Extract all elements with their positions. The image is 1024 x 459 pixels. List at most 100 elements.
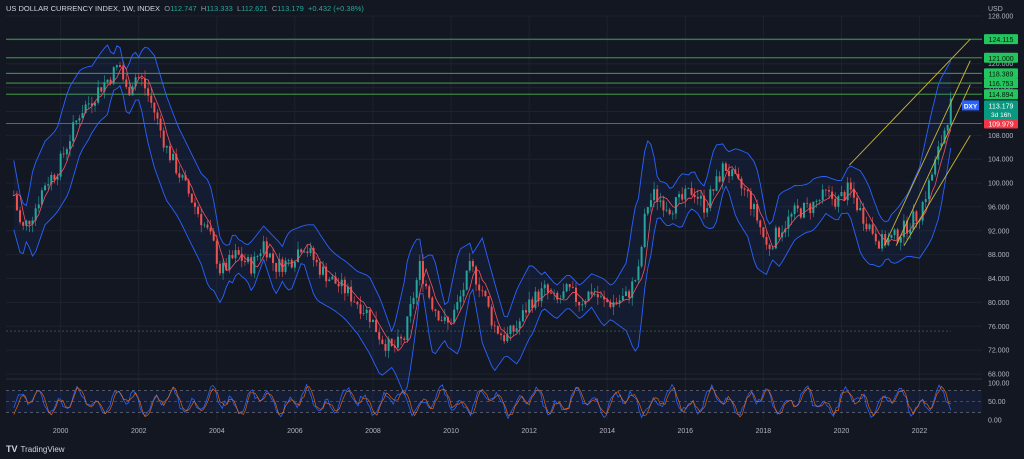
candle-body bbox=[684, 188, 687, 200]
candle-body bbox=[806, 202, 809, 204]
candle-body bbox=[771, 248, 774, 250]
candle-body bbox=[634, 280, 637, 282]
candle-body bbox=[62, 153, 65, 155]
tradingview-watermark[interactable]: TV TradingView bbox=[6, 444, 65, 454]
time-tick-label: 2000 bbox=[53, 428, 69, 435]
close-value: 113.179 bbox=[277, 4, 304, 13]
symbol-title: US DOLLAR CURRENCY INDEX, 1W, INDEX bbox=[6, 4, 161, 13]
time-tick-label: 2002 bbox=[131, 428, 147, 435]
candle-body bbox=[318, 262, 321, 275]
candle-body bbox=[162, 130, 165, 148]
candle-body bbox=[503, 335, 506, 342]
candle-body bbox=[915, 211, 918, 222]
candle-body bbox=[868, 224, 871, 230]
candle-body bbox=[768, 244, 771, 249]
candle-body bbox=[596, 294, 599, 298]
candle-body bbox=[837, 196, 840, 207]
candle-body bbox=[893, 229, 896, 235]
candle-body bbox=[728, 170, 731, 177]
candle-body bbox=[19, 210, 22, 223]
candle-body bbox=[718, 176, 721, 182]
time-tick-label: 2016 bbox=[678, 428, 694, 435]
candle-body bbox=[515, 328, 518, 332]
osc-tick-label: 0.00 bbox=[988, 418, 1002, 425]
candle-body bbox=[290, 259, 293, 268]
price-tick-label: 128.000 bbox=[988, 14, 1013, 21]
candle-body bbox=[44, 185, 47, 191]
candle-body bbox=[118, 65, 121, 68]
candle-body bbox=[128, 86, 131, 96]
candle-body bbox=[390, 338, 393, 346]
candle-body bbox=[481, 290, 484, 292]
candle-body bbox=[206, 224, 209, 228]
candle-body bbox=[190, 193, 193, 203]
countdown-label: 3d 16h bbox=[991, 112, 1011, 119]
candle-body bbox=[412, 297, 415, 305]
candle-body bbox=[471, 261, 474, 267]
candle-body bbox=[690, 187, 693, 195]
level-tag-label: 124.115 bbox=[989, 37, 1014, 44]
candle-body bbox=[543, 284, 546, 289]
candle-body bbox=[272, 253, 275, 263]
candle-body bbox=[849, 182, 852, 190]
candle-body bbox=[712, 189, 715, 191]
candle-body bbox=[356, 301, 359, 305]
candle-body bbox=[759, 220, 762, 228]
price-tick-label: 96.000 bbox=[988, 204, 1010, 211]
candle-body bbox=[668, 209, 671, 215]
candle-body bbox=[753, 204, 756, 210]
candle-body bbox=[924, 199, 927, 203]
level-tag: 121.000 bbox=[984, 52, 1018, 63]
candle-body bbox=[693, 194, 696, 197]
candle-body bbox=[590, 291, 593, 295]
time-axis[interactable]: 2000 2002 2004 2006 2008 2010 2012 2014 2016 2018… bbox=[53, 428, 928, 435]
candle-body bbox=[28, 220, 31, 225]
candle-body bbox=[824, 189, 827, 191]
candle-body bbox=[462, 289, 465, 297]
last-price-tag: DXY 113.179 3d 16h bbox=[962, 100, 1018, 120]
candle-body bbox=[621, 296, 624, 301]
candle-body bbox=[628, 291, 631, 298]
candle-body bbox=[640, 246, 643, 267]
candle-body bbox=[156, 112, 159, 119]
price-tick-label: 108.000 bbox=[988, 133, 1013, 140]
candle-body bbox=[765, 237, 768, 245]
candle-body bbox=[715, 176, 718, 191]
candle-body bbox=[87, 103, 90, 105]
candle-body bbox=[931, 174, 934, 181]
candle-body bbox=[790, 213, 793, 217]
price-chart[interactable]: USD128.000124.000120.000116.000112.00010… bbox=[0, 0, 1024, 459]
candle-body bbox=[946, 124, 949, 131]
candle-body bbox=[375, 319, 378, 333]
last-price-label: 113.179 bbox=[989, 103, 1014, 110]
candle-body bbox=[97, 87, 100, 103]
candle-body bbox=[518, 321, 521, 329]
candle-body bbox=[340, 279, 343, 287]
level-tag: 109.979 bbox=[984, 118, 1018, 129]
candle-body bbox=[215, 240, 218, 264]
candle-body bbox=[125, 79, 128, 87]
candle-body bbox=[415, 279, 418, 298]
level-tag: 118.389 bbox=[984, 68, 1018, 79]
osc-tick-label: 50.00 bbox=[988, 399, 1006, 406]
level-tag-label: 114.894 bbox=[989, 92, 1014, 99]
level-tag-label: 118.389 bbox=[989, 71, 1014, 78]
candle-body bbox=[856, 197, 859, 211]
candle-body bbox=[262, 241, 265, 254]
candle-body bbox=[140, 78, 143, 79]
time-tick-label: 2014 bbox=[599, 428, 615, 435]
candle-body bbox=[200, 214, 203, 226]
candle-body bbox=[521, 310, 524, 322]
candle-body bbox=[465, 270, 468, 290]
candle-body bbox=[478, 284, 481, 291]
candle-body bbox=[562, 291, 565, 299]
candle-body bbox=[496, 326, 499, 334]
level-tag: 114.894 bbox=[984, 89, 1018, 100]
level-tag: 124.115 bbox=[984, 34, 1018, 45]
price-tick-label: 76.000 bbox=[988, 324, 1010, 331]
candle-body bbox=[228, 255, 231, 271]
candle-body bbox=[871, 224, 874, 234]
candle-body bbox=[793, 205, 796, 214]
candle-body bbox=[150, 95, 153, 103]
candle-body bbox=[293, 262, 296, 268]
